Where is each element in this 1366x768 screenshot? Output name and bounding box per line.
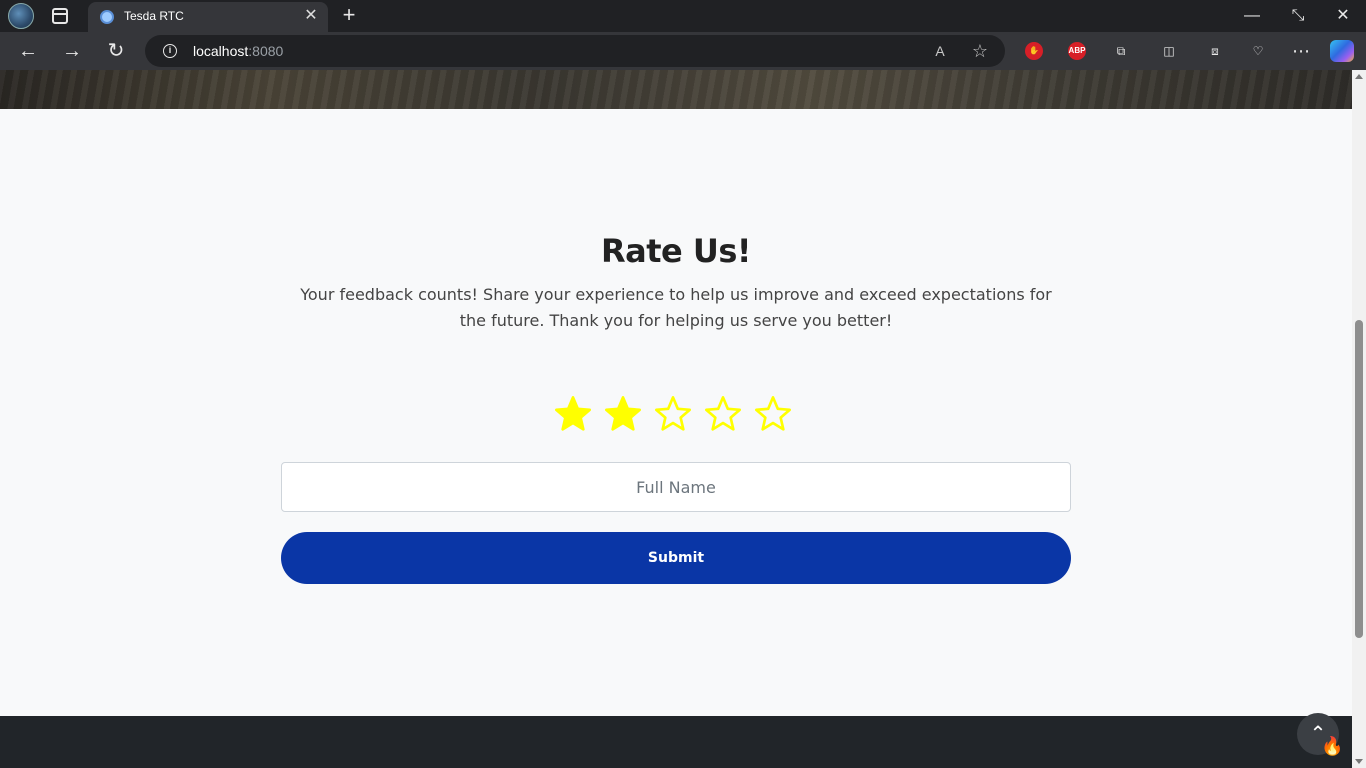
split-screen-icon[interactable]: ◫ — [1158, 40, 1180, 62]
star-rating — [553, 394, 799, 438]
tab-title: Tesda RTC — [124, 9, 184, 23]
site-favicon-icon — [100, 10, 114, 24]
tab-tesda-rtc[interactable]: Tesda RTC ✕ — [88, 2, 328, 32]
restore-button[interactable]: ⤡ — [1275, 0, 1321, 32]
page-viewport: Rate Us! Your feedback counts! Share you… — [0, 70, 1352, 768]
star-4-icon[interactable] — [703, 394, 743, 434]
settings-more-icon[interactable]: ⋯ — [1290, 40, 1312, 62]
url-port: :8080 — [248, 43, 284, 59]
full-name-input[interactable] — [281, 462, 1071, 512]
reload-button[interactable]: ↻ — [102, 37, 130, 65]
flame-extension-icon[interactable]: 🔥 — [1321, 736, 1343, 762]
rate-us-title: Rate Us! — [601, 232, 752, 270]
browser-toolbar: ← → ↻ i localhost:8080 A ☆ ✋ ABP ⧉ ◫ ⧈ ♡… — [0, 32, 1366, 70]
hero-image-strip — [0, 70, 1352, 109]
tab-actions-icon[interactable] — [52, 8, 68, 24]
page-scrollbar[interactable] — [1352, 70, 1366, 768]
scroll-down-arrow-icon[interactable] — [1355, 759, 1363, 764]
star-2-icon[interactable] — [603, 394, 643, 434]
forward-button[interactable]: → — [58, 37, 86, 65]
rate-us-section: Rate Us! Your feedback counts! Share you… — [0, 109, 1352, 716]
copilot-icon[interactable] — [1330, 40, 1354, 62]
page-footer — [0, 716, 1352, 768]
address-bar[interactable]: i localhost:8080 A ☆ — [145, 35, 1005, 67]
minimize-button[interactable]: — — [1229, 0, 1275, 32]
read-aloud-icon[interactable]: A — [930, 41, 950, 61]
browser-tab-bar: Tesda RTC ✕ + — ⤡ ✕ — [0, 0, 1366, 32]
extensions-puzzle-icon[interactable]: ⧉ — [1110, 40, 1132, 62]
rate-us-description: Your feedback counts! Share your experie… — [300, 285, 1052, 330]
browser-essentials-icon[interactable]: ♡ — [1247, 40, 1269, 62]
tab-close-icon[interactable]: ✕ — [302, 7, 320, 25]
extension-shield-icon[interactable]: ✋ — [1025, 42, 1043, 60]
site-info-icon[interactable]: i — [163, 44, 177, 58]
close-window-button[interactable]: ✕ — [1320, 0, 1366, 32]
new-tab-button[interactable]: + — [338, 3, 360, 27]
star-3-icon[interactable] — [653, 394, 693, 434]
url-host: localhost — [193, 43, 249, 59]
submit-button[interactable]: Submit — [281, 532, 1071, 584]
collections-icon[interactable]: ⧈ — [1204, 40, 1226, 62]
scroll-up-arrow-icon[interactable] — [1355, 74, 1363, 79]
scroll-thumb[interactable] — [1355, 320, 1363, 638]
adblock-plus-icon[interactable]: ABP — [1068, 42, 1086, 60]
back-button[interactable]: ← — [14, 37, 42, 65]
favorite-star-icon[interactable]: ☆ — [970, 41, 990, 61]
star-5-icon[interactable] — [753, 394, 793, 434]
star-1-icon[interactable] — [553, 394, 593, 434]
profile-avatar-icon[interactable] — [8, 3, 34, 29]
url-text: localhost:8080 — [193, 43, 283, 59]
